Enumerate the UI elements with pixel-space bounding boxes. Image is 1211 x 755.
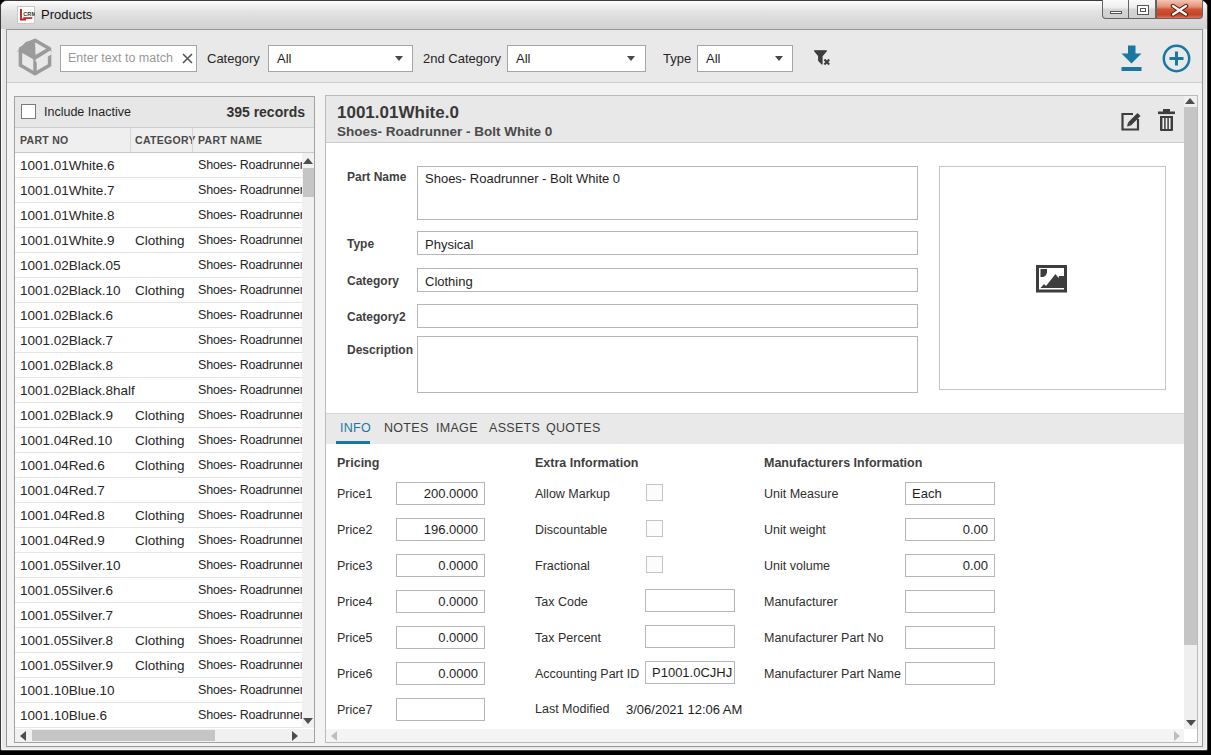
svg-text:CRM: CRM: [23, 11, 35, 17]
